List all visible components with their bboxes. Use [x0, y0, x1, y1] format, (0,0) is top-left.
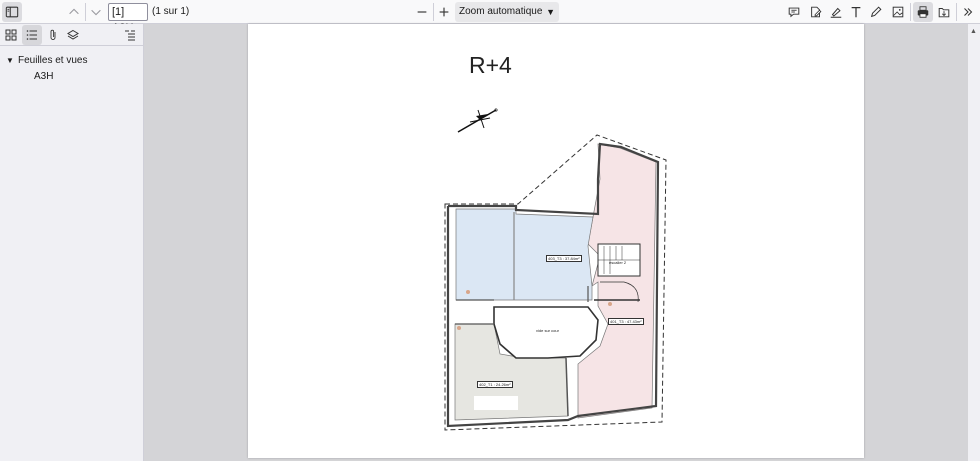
compass-icon	[457, 108, 498, 133]
chevron-down-icon	[91, 9, 101, 16]
find-current-icon	[125, 30, 135, 41]
tab-outline[interactable]	[22, 25, 42, 45]
highlight-button[interactable]	[826, 2, 846, 22]
chevron-down-icon: ▼	[546, 7, 555, 17]
masked-area	[474, 396, 518, 410]
text-button[interactable]	[846, 2, 866, 22]
print-button[interactable]	[913, 2, 933, 22]
sidebar-toggle-icon	[5, 6, 19, 18]
tab-attachments[interactable]	[43, 25, 63, 45]
image-button[interactable]	[888, 2, 908, 22]
download-icon	[938, 8, 950, 18]
outline-icon	[26, 30, 37, 40]
room-label-403: 403_T3 : 37.84m²	[546, 255, 582, 262]
toolbar-divider	[910, 3, 911, 21]
document-viewer: R+4 403_T3: 37.84m² 401_T3: 47.43m² 40…	[145, 24, 968, 461]
page-number-input[interactable]: [1] A3H	[108, 3, 148, 34]
save-button[interactable]	[934, 2, 954, 22]
toggle-sidebar-button[interactable]	[2, 2, 22, 22]
vertical-scrollbar[interactable]: ▲	[968, 24, 980, 461]
edit-document-icon	[811, 6, 822, 18]
outline-item-label: A3H	[34, 70, 54, 82]
tools-menu-button[interactable]	[958, 2, 978, 22]
toolbar-divider	[956, 3, 957, 21]
chevron-up-icon	[69, 8, 79, 15]
thumbnails-icon	[5, 29, 17, 41]
tab-layers[interactable]	[63, 25, 83, 45]
pdf-page: R+4 403_T3: 37.84m² 401_T3: 47.43m² 40…	[248, 24, 864, 458]
printer-icon	[917, 6, 929, 18]
outline-tree: ▼ Feuilles et vues A3H	[6, 52, 87, 84]
pencil-icon	[870, 6, 882, 18]
layers-icon	[67, 29, 79, 40]
tab-thumbnails[interactable]	[1, 25, 21, 45]
comment-icon	[788, 7, 800, 18]
zoom-select-value: Zoom automatique	[459, 6, 543, 17]
outline-item-parent[interactable]: ▼ Feuilles et vues	[6, 52, 87, 68]
next-page-button[interactable]	[86, 2, 106, 22]
room-label-401: 401_T3 : 47.43m²	[608, 318, 644, 325]
triangle-down-icon[interactable]: ▼	[6, 56, 18, 65]
plus-icon	[439, 7, 449, 17]
previous-page-button[interactable]	[64, 2, 84, 22]
signature-button[interactable]	[806, 2, 826, 22]
page-count: (1 sur 1)	[152, 6, 190, 17]
double-chevron-right-icon	[964, 8, 973, 16]
current-outline-item-button[interactable]	[120, 25, 140, 45]
toolbar: [1] A3H (1 sur 1) Zoom automatique ▼	[0, 0, 980, 34]
zoom-in-button[interactable]	[434, 2, 454, 22]
floor-plan	[444, 108, 667, 431]
outline-item-label: Feuilles et vues	[18, 54, 88, 66]
room-label-402: 402_T1 : 24.26m²	[477, 381, 513, 388]
highlighter-icon	[830, 7, 842, 18]
sidebar: ▼ Feuilles et vues A3H	[0, 24, 144, 461]
attachments-icon	[50, 29, 56, 40]
minus-icon	[417, 11, 427, 13]
sidebar-tabs	[0, 24, 144, 46]
draw-button[interactable]	[866, 2, 886, 22]
outline-item-child[interactable]: A3H	[6, 68, 87, 84]
text-icon	[851, 7, 861, 18]
scroll-up-icon[interactable]: ▲	[970, 28, 977, 35]
stair-label: escalier 2	[609, 260, 627, 265]
zoom-out-button[interactable]	[412, 2, 432, 22]
zoom-select[interactable]: Zoom automatique ▼	[455, 2, 559, 22]
image-icon	[892, 6, 904, 18]
comment-button[interactable]	[784, 2, 804, 22]
void-label: vide sur cour	[536, 328, 559, 333]
